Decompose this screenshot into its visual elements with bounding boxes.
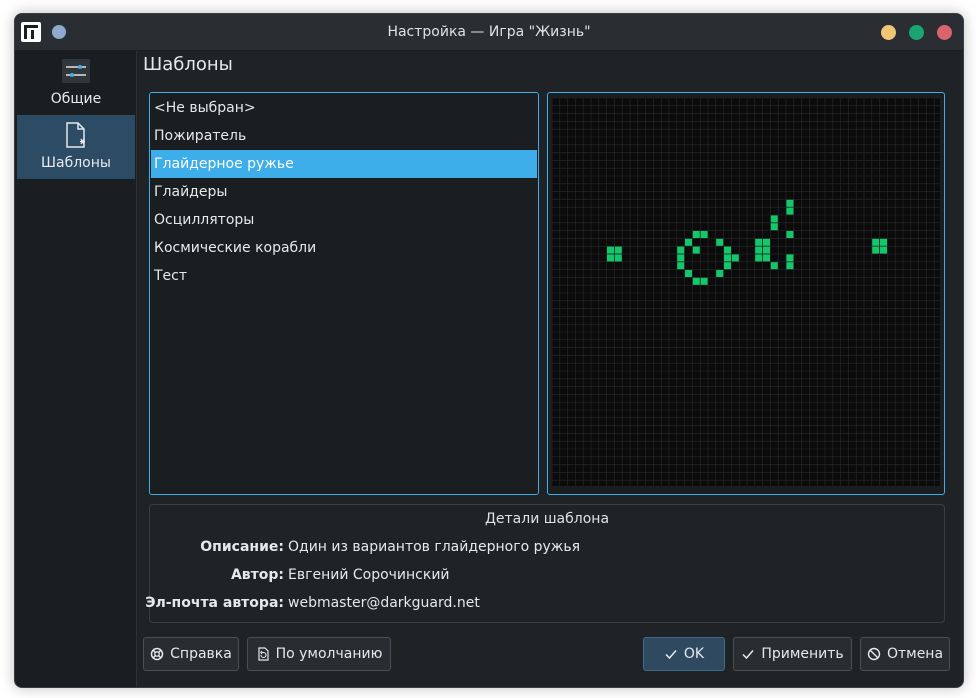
live-cell [872, 246, 880, 254]
detail-row-description: Описание: Один из вариантов глайдерного … [150, 539, 944, 561]
live-cell [880, 238, 887, 246]
cancel-button[interactable]: Отмена [860, 637, 950, 671]
help-button-label: Справка [170, 646, 232, 662]
detail-value: Евгений Сорочинский [288, 567, 450, 583]
live-cell [770, 262, 778, 270]
grid-background [552, 98, 940, 486]
live-cell [614, 254, 622, 262]
defaults-button-label: По умолчанию [275, 646, 383, 662]
window-title: Настройка — Игра "Жизнь" [387, 24, 591, 40]
sidebar-item-general[interactable]: Общие [17, 51, 135, 115]
live-cell [786, 262, 794, 270]
detail-label: Описание: [200, 539, 284, 555]
live-cell [872, 238, 880, 246]
detail-row-email: Эл-почта автора: webmaster@darkguard.net [145, 595, 944, 617]
live-cell [724, 246, 731, 254]
list-item[interactable]: <Не выбран> [151, 94, 537, 122]
lifebuoy-icon [150, 647, 164, 661]
detail-label: Автор: [230, 567, 284, 583]
template-details: Детали шаблона Описание: Один из вариант… [145, 504, 945, 623]
list-item[interactable]: Космические корабли [151, 234, 537, 262]
ok-button-label: OK [683, 646, 705, 662]
pattern-grid [552, 98, 940, 486]
detail-row-author: Автор: Евгений Сорочинский [150, 567, 944, 589]
live-cell [685, 238, 692, 246]
cancel-button-label: Отмена [886, 646, 944, 662]
details-title: Детали шаблона [484, 511, 610, 527]
sliders-icon [61, 57, 91, 85]
sidebar: Общие Шаблоны [15, 51, 137, 687]
live-cell [880, 246, 887, 254]
live-cell [724, 262, 731, 270]
live-cell [677, 246, 685, 254]
sidebar-item-label: Шаблоны [41, 155, 111, 171]
apply-button-label: Применить [761, 646, 844, 662]
list-item[interactable]: Осцилляторы [151, 206, 537, 234]
live-cell [716, 238, 724, 246]
live-cell [763, 246, 770, 254]
list-item[interactable]: Тест [151, 262, 537, 290]
live-cell [755, 238, 763, 246]
live-cell [677, 254, 685, 262]
list-item[interactable]: Глайдеры [151, 178, 537, 206]
detail-value: webmaster@darkguard.net [288, 595, 480, 611]
templates-list[interactable]: <Не выбран> Пожиратель Глайдерное ружье … [149, 92, 539, 495]
checkmark-icon [741, 647, 755, 661]
list-item[interactable]: Пожиратель [151, 122, 537, 150]
checkmark-icon [664, 647, 678, 661]
detail-value: Один из вариантов глайдерного ружья [288, 539, 581, 555]
live-cell [755, 254, 763, 262]
detail-label: Эл-почта автора: [145, 595, 284, 611]
live-cell [607, 246, 614, 254]
sidebar-item-label: Общие [50, 91, 102, 107]
live-cell [755, 246, 763, 254]
title-bar[interactable]: Настройка — Игра "Жизнь" [15, 14, 963, 51]
apply-button[interactable]: Применить [733, 637, 852, 671]
maximize-button[interactable] [909, 25, 924, 40]
live-cell [677, 262, 685, 270]
live-cell [724, 254, 731, 262]
live-cell [770, 215, 778, 223]
live-cell [786, 199, 794, 207]
live-cell [700, 277, 708, 285]
live-cell [731, 254, 739, 262]
live-cell [763, 238, 770, 246]
sidebar-item-templates[interactable]: Шаблоны [17, 115, 135, 179]
live-cell [614, 246, 622, 254]
page-title: Шаблоны [143, 54, 233, 75]
ok-button[interactable]: OK [643, 637, 725, 671]
minimize-button[interactable] [881, 25, 896, 40]
template-document-icon [61, 121, 91, 149]
help-button[interactable]: Справка [143, 637, 239, 671]
live-cell [786, 231, 794, 238]
pattern-preview [547, 92, 945, 495]
live-cell [716, 270, 724, 277]
defaults-button[interactable]: По умолчанию [247, 637, 391, 671]
list-item[interactable]: Глайдерное ружье [151, 150, 537, 178]
live-cell [692, 231, 700, 238]
document-revert-icon [256, 647, 270, 661]
live-cell [692, 246, 700, 254]
live-cell [763, 254, 770, 262]
live-cell [685, 270, 692, 277]
settings-dialog: Настройка — Игра "Жизнь" Общие Шаблоны Ш… [14, 13, 964, 688]
live-cell [786, 207, 794, 215]
live-cell [700, 231, 708, 238]
live-cell [607, 254, 614, 262]
close-button[interactable] [937, 25, 952, 40]
live-cell [770, 223, 778, 231]
live-cell [692, 277, 700, 285]
cancel-icon [867, 647, 881, 661]
live-cell [786, 254, 794, 262]
